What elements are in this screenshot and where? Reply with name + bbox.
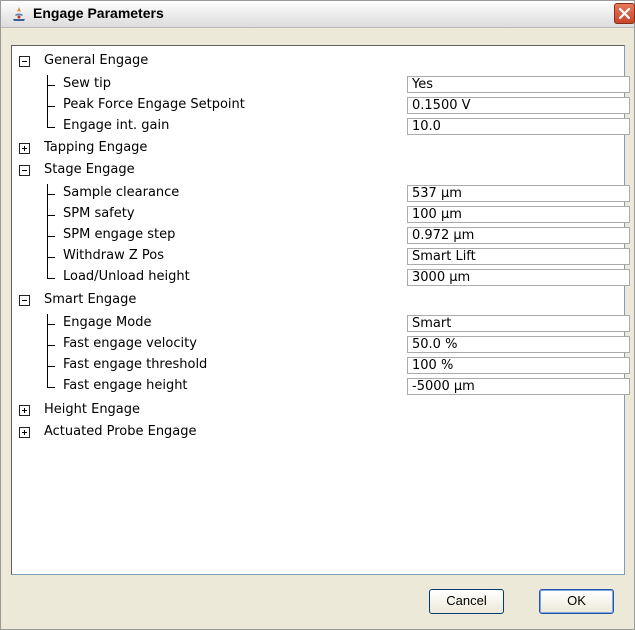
dialog-window: Engage Parameters General Engage Sew tip… [0,0,635,630]
param-row-spm-safety: SPM safety 100 µm [12,205,630,226]
param-label: Sample clearance [63,185,180,200]
group-tapping-engage[interactable]: Tapping Engage [12,139,624,160]
param-row-fast-engage-threshold: Fast engage threshold 100 % [12,356,630,377]
group-label: Stage Engage [44,162,135,177]
param-label: Fast engage threshold [63,357,208,372]
fast-engage-threshold-value[interactable]: 100 % [407,357,630,374]
param-row-peak-force-setpoint: Peak Force Engage Setpoint 0.1500 V [12,96,630,117]
param-label: Fast engage velocity [63,336,197,351]
param-row-withdraw-z-pos: Withdraw Z Pos Smart Lift [12,247,630,268]
load-unload-height-value[interactable]: 3000 µm [407,269,630,286]
close-button[interactable] [614,3,635,24]
expand-toggle-icon[interactable] [19,143,30,154]
group-stage-engage[interactable]: Stage Engage [12,161,624,182]
group-smart-engage[interactable]: Smart Engage [12,291,624,312]
group-label: Height Engage [44,402,141,417]
app-icon [11,6,27,22]
param-row-load-unload-height: Load/Unload height 3000 µm [12,268,630,289]
param-label: Engage Mode [63,315,152,330]
group-height-engage[interactable]: Height Engage [12,401,624,422]
sample-clearance-value[interactable]: 537 µm [407,185,630,202]
param-label: Peak Force Engage Setpoint [63,97,245,112]
param-label: SPM safety [63,206,135,221]
cancel-button[interactable]: Cancel [429,589,504,614]
close-icon [618,7,631,20]
param-label: Fast engage height [63,378,188,393]
collapse-toggle-icon[interactable] [19,295,30,306]
param-label: Engage int. gain [63,118,170,133]
param-label: SPM engage step [63,227,176,242]
collapse-toggle-icon[interactable] [19,56,30,67]
group-label: Smart Engage [44,292,137,307]
param-row-engage-int-gain: Engage int. gain 10.0 [12,117,630,138]
collapse-toggle-icon[interactable] [19,165,30,176]
group-label: General Engage [44,53,149,68]
expand-toggle-icon[interactable] [19,427,30,438]
fast-engage-velocity-value[interactable]: 50.0 % [407,336,630,353]
peak-force-setpoint-value[interactable]: 0.1500 V [407,97,630,114]
engage-int-gain-value[interactable]: 10.0 [407,118,630,135]
group-actuated-probe-engage[interactable]: Actuated Probe Engage [12,423,624,444]
expand-toggle-icon[interactable] [19,405,30,416]
withdraw-z-pos-value[interactable]: Smart Lift [407,248,630,265]
fast-engage-height-value[interactable]: -5000 µm [407,378,630,395]
sew-tip-value[interactable]: Yes [407,76,630,93]
engage-mode-value[interactable]: Smart [407,315,630,332]
title-bar[interactable]: Engage Parameters [1,1,635,28]
param-label: Sew tip [63,76,111,91]
param-row-sample-clearance: Sample clearance 537 µm [12,184,630,205]
param-row-spm-engage-step: SPM engage step 0.972 µm [12,226,630,247]
spm-engage-step-value[interactable]: 0.972 µm [407,227,630,244]
group-general-engage[interactable]: General Engage [12,52,624,73]
param-row-engage-mode: Engage Mode Smart [12,314,630,335]
parameter-tree[interactable]: General Engage Sew tip Yes Peak Force En… [11,45,630,575]
spm-safety-value[interactable]: 100 µm [407,206,630,223]
group-label: Tapping Engage [44,140,148,155]
param-label: Withdraw Z Pos [63,248,164,263]
group-label: Actuated Probe Engage [44,424,197,439]
param-row-sew-tip: Sew tip Yes [12,75,630,96]
param-label: Load/Unload height [63,269,190,284]
param-row-fast-engage-velocity: Fast engage velocity 50.0 % [12,335,630,356]
window-title: Engage Parameters [33,5,164,21]
ok-button[interactable]: OK [539,589,614,614]
param-row-fast-engage-height: Fast engage height -5000 µm [12,377,630,398]
